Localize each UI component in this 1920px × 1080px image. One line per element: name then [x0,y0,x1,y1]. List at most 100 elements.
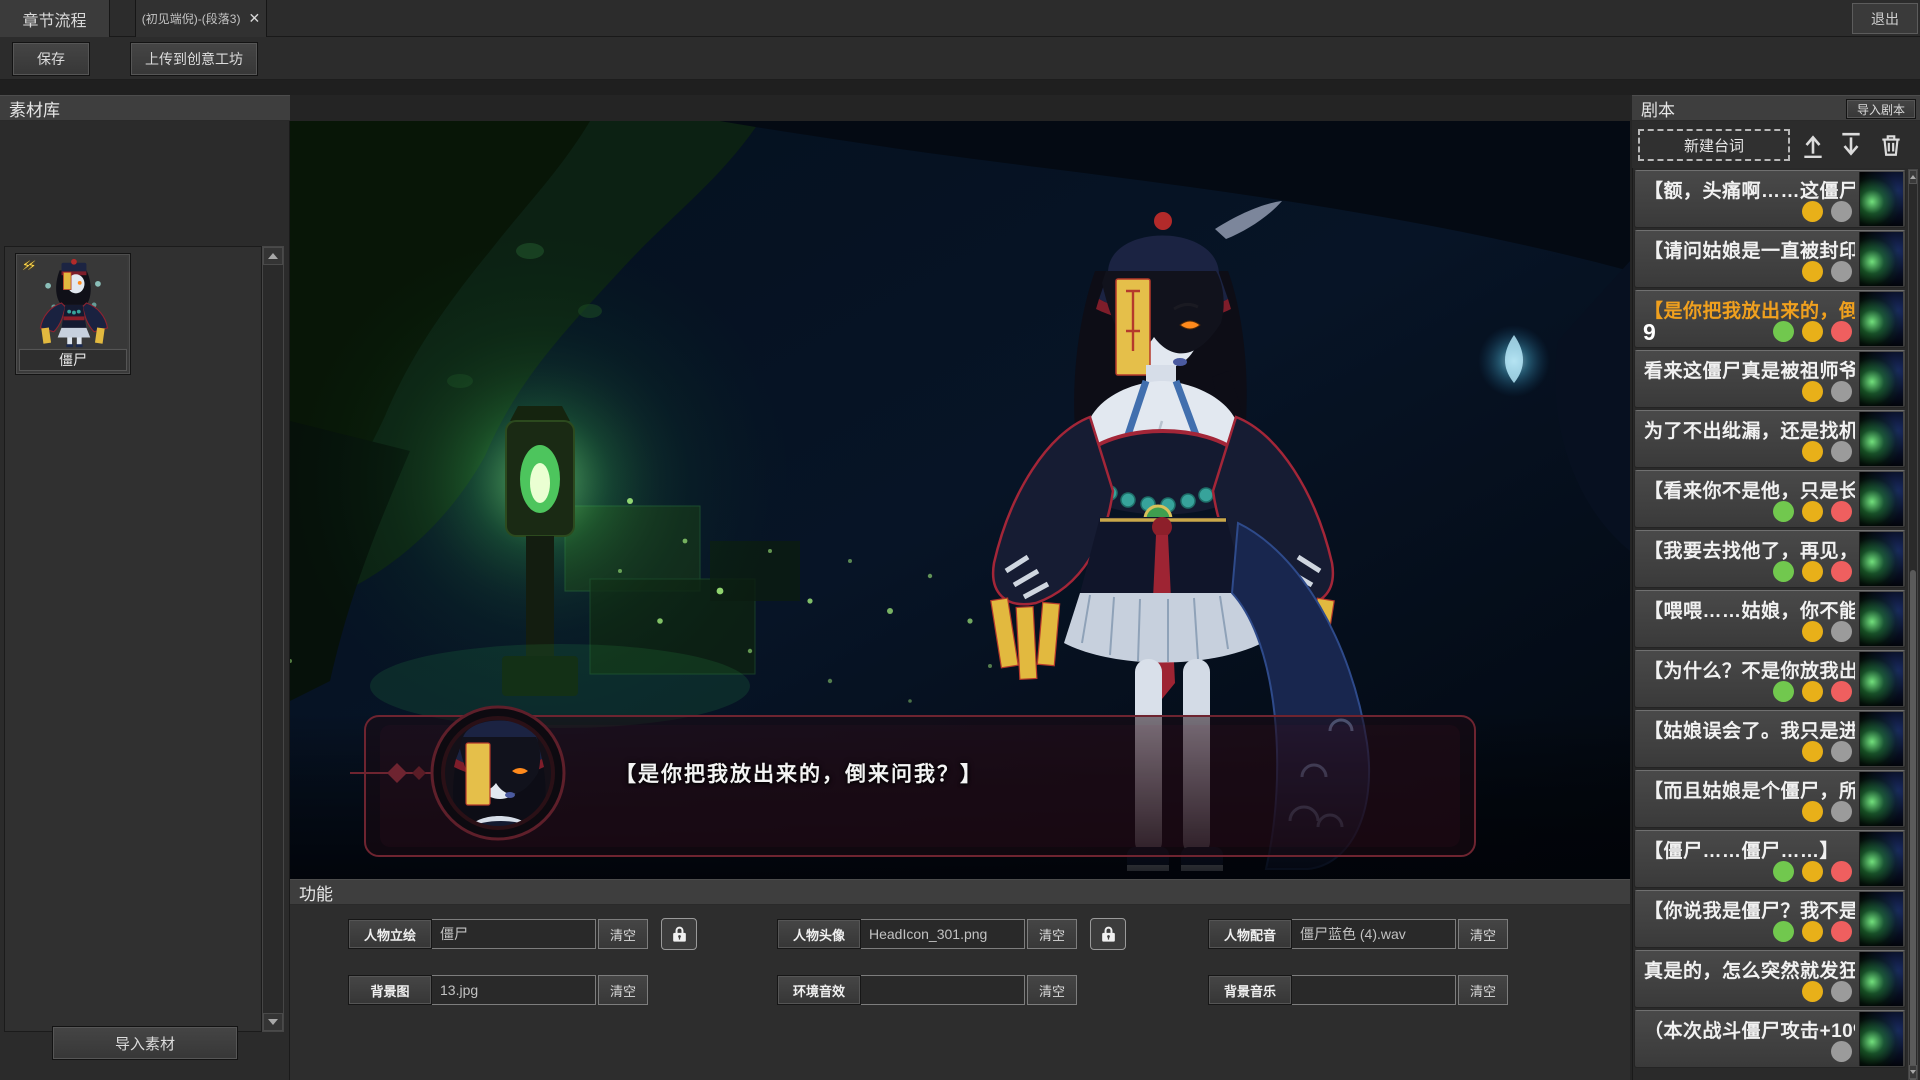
exit-button[interactable]: 退出 [1852,3,1918,34]
new-line-button[interactable]: 新建台词 [1638,129,1790,161]
status-dot-yellow[interactable] [1802,201,1823,222]
status-dot-red[interactable] [1831,921,1852,942]
status-dot-green[interactable] [1773,501,1794,522]
scroll-thumb[interactable] [1910,570,1916,1080]
status-dot-gray[interactable] [1831,381,1852,402]
script-line-text: 看来这僵尸真是被祖师爷封印 [1644,356,1855,383]
clear-button[interactable]: 清空 [598,919,648,949]
function-field: 人物配音 清空 [1208,918,1508,950]
status-dot-gray[interactable] [1831,801,1852,822]
scene-thumbnail [1859,592,1903,646]
script-line-item[interactable]: （本次战斗僵尸攻击+10%） [1634,1010,1906,1068]
status-dot-gray[interactable] [1831,621,1852,642]
status-dot-yellow[interactable] [1802,321,1823,342]
status-dot-red[interactable] [1831,561,1852,582]
status-dot-red[interactable] [1831,861,1852,882]
asset-card-jiangshi[interactable]: ⚡⚡ 僵尸 [15,253,131,375]
script-line-item[interactable]: 【请问姑娘是一直被封印在这 [1634,230,1906,288]
script-line-item[interactable]: 【僵尸……僵尸……】 [1634,830,1906,888]
move-bottom-icon[interactable] [1836,129,1866,161]
lightning-icon: ⚡⚡ [22,258,32,274]
script-line-text: 【是你把我放出来的，倒来问 [1644,296,1855,323]
script-line-item[interactable]: 【而且姑娘是个僵尸，所以断 [1634,770,1906,828]
status-dot-yellow[interactable] [1802,621,1823,642]
script-line-item[interactable]: 为了不出纰漏，还是找机会先 [1634,410,1906,468]
script-line-item[interactable]: 【额，头痛啊……这僵尸被封 [1634,170,1906,228]
field-input[interactable] [432,919,596,949]
field-input[interactable] [861,919,1025,949]
script-line-item[interactable]: 【我要去找他了，再见，谢谢 [1634,530,1906,588]
clear-button[interactable]: 清空 [1027,919,1077,949]
lock-icon[interactable] [661,918,697,950]
status-dot-yellow[interactable] [1802,561,1823,582]
asset-name: 僵尸 [19,349,127,371]
status-dot-green[interactable] [1773,681,1794,702]
status-dot-gray[interactable] [1831,201,1852,222]
status-dot-yellow[interactable] [1802,801,1823,822]
tab-chapter-flow[interactable]: 章节流程 [0,0,110,37]
field-input[interactable] [432,975,596,1005]
trash-icon[interactable] [1876,129,1906,161]
status-dot-gray[interactable] [1831,441,1852,462]
script-line-item[interactable]: 看来这僵尸真是被祖师爷封印 [1634,350,1906,408]
script-line-item[interactable]: 【为什么？不是你放我出来的 [1634,650,1906,708]
script-scrollbar[interactable] [1908,169,1918,1080]
upload-workshop-button[interactable]: 上传到创意工坊 [130,42,258,76]
move-top-icon[interactable] [1798,129,1828,161]
function-field: 背景音乐 清空 [1208,974,1508,1006]
status-dots [1773,921,1852,942]
import-asset-button[interactable]: 导入素材 [52,1026,238,1060]
script-line-item[interactable]: 【喂喂……姑娘，你不能离开 [1634,590,1906,648]
status-dot-red[interactable] [1831,501,1852,522]
status-dot-yellow[interactable] [1802,861,1823,882]
script-line-item[interactable]: 【姑娘误会了。我只是进来逛 [1634,710,1906,768]
status-dot-gray[interactable] [1831,981,1852,1002]
status-dot-yellow[interactable] [1802,381,1823,402]
clear-button[interactable]: 清空 [598,975,648,1005]
status-dot-green[interactable] [1773,321,1794,342]
scene-thumbnail [1859,532,1903,586]
status-dot-yellow[interactable] [1802,441,1823,462]
scroll-down-icon[interactable] [263,1013,283,1031]
save-button[interactable]: 保存 [12,42,90,76]
script-line-item[interactable]: 真是的，怎么突然就发狂了？ [1634,950,1906,1008]
scroll-up-icon[interactable] [1909,170,1917,184]
field-input[interactable] [1292,975,1456,1005]
script-line-item[interactable]: 【看来你不是他，只是长的像 [1634,470,1906,528]
field-input[interactable] [1292,919,1456,949]
status-dot-yellow[interactable] [1802,681,1823,702]
status-dot-green[interactable] [1773,561,1794,582]
scroll-up-icon[interactable] [263,247,283,265]
status-dot-green[interactable] [1773,861,1794,882]
status-dot-green[interactable] [1773,921,1794,942]
functions-title: 功能 [299,880,333,905]
import-script-button[interactable]: 导入剧本 [1846,99,1916,119]
clear-button[interactable]: 清空 [1458,975,1508,1005]
divider-strip [0,80,1920,95]
clear-button[interactable]: 清空 [1027,975,1077,1005]
lock-icon[interactable] [1090,918,1126,950]
status-dot-yellow[interactable] [1802,261,1823,282]
status-dot-yellow[interactable] [1802,501,1823,522]
library-scrollbar[interactable] [262,246,284,1032]
dialogue-text: 【是你把我放出来的，倒来问我？】 [615,758,983,788]
scroll-down-icon[interactable] [1909,1065,1917,1079]
status-dot-red[interactable] [1831,681,1852,702]
function-field: 背景图 清空 [348,974,648,1006]
field-input[interactable] [861,975,1025,1005]
clear-button[interactable]: 清空 [1458,919,1508,949]
script-line-text: 【喂喂……姑娘，你不能离开 [1644,596,1855,623]
status-dot-yellow[interactable] [1802,741,1823,762]
status-dot-gray[interactable] [1831,1041,1852,1062]
script-line-item[interactable]: 【你说我是僵尸？我不是僵尸 [1634,890,1906,948]
status-dot-yellow[interactable] [1802,921,1823,942]
script-line-item[interactable]: 【是你把我放出来的，倒来问 9 [1634,290,1906,348]
close-icon[interactable]: ✕ [248,10,260,27]
tab-document[interactable]: (初见端倪)-(段落3) ✕ [135,0,267,37]
status-dot-gray[interactable] [1831,261,1852,282]
status-dot-yellow[interactable] [1802,981,1823,1002]
status-dots [1773,681,1852,702]
status-dot-gray[interactable] [1831,741,1852,762]
status-dots [1802,801,1852,822]
status-dot-red[interactable] [1831,321,1852,342]
